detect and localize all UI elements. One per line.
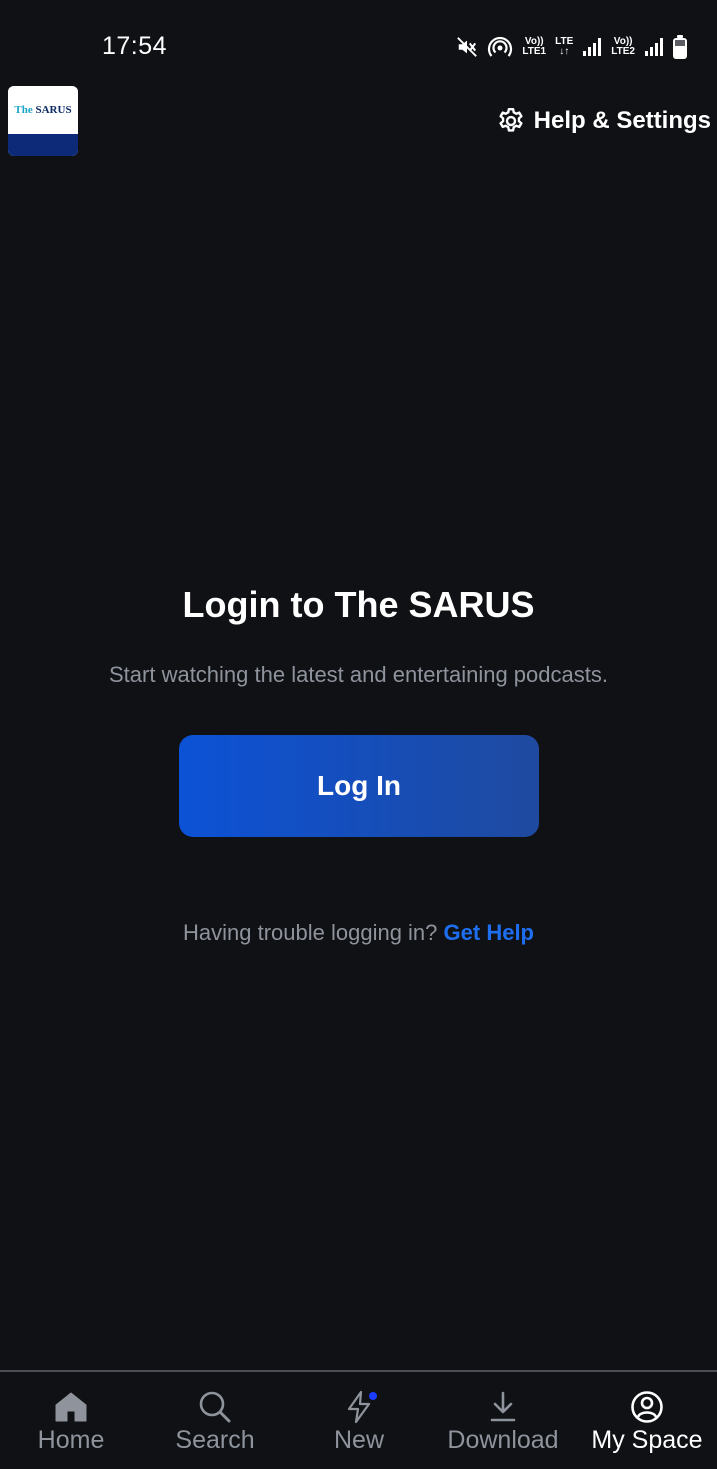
signal1-icon <box>583 38 602 56</box>
new-indicator-dot <box>369 1392 377 1400</box>
status-bar: 17:54 Vo)) LTE1 LTE ↓↑ Vo)) LTE2 <box>0 0 717 80</box>
nav-item-search[interactable]: Search <box>140 1390 290 1460</box>
lte-icon: LTE ↓↑ <box>555 36 574 57</box>
bottom-nav: Home Search New Download My Space <box>0 1370 717 1469</box>
nav-item-download[interactable]: Download <box>428 1390 578 1460</box>
nav-item-new[interactable]: New <box>284 1390 434 1460</box>
volte1-icon: Vo)) LTE1 <box>522 36 547 57</box>
get-help-link[interactable]: Get Help <box>444 920 534 945</box>
battery-icon <box>673 35 687 59</box>
signal2-icon <box>645 38 663 56</box>
page-subtitle: Start watching the latest and entertaini… <box>109 662 608 687</box>
home-icon <box>55 1392 87 1422</box>
app-logo: The SARUS <box>8 86 78 156</box>
nav-item-my-space[interactable]: My Space <box>572 1390 717 1460</box>
profile-icon <box>631 1391 663 1423</box>
nav-item-home[interactable]: Home <box>0 1390 146 1460</box>
page-title: Login to The SARUS <box>182 584 535 625</box>
trouble-text: Having trouble logging in? Get Help <box>0 920 717 946</box>
help-settings-button[interactable]: Help & Settings <box>496 104 711 138</box>
logo-wordmark: The SARUS <box>8 86 78 134</box>
volte2-icon: Vo)) LTE2 <box>611 36 635 57</box>
mute-icon <box>457 37 478 57</box>
status-icons: Vo)) LTE1 LTE ↓↑ Vo)) LTE2 <box>456 34 687 60</box>
gear-icon <box>499 107 523 132</box>
trouble-label: Having trouble logging in? <box>183 920 438 945</box>
login-button[interactable]: Log In <box>179 735 539 837</box>
logo-band <box>8 134 78 156</box>
login-screen: 17:54 Vo)) LTE1 LTE ↓↑ Vo)) LTE2 The SAR… <box>0 0 717 1469</box>
help-settings-label: Help & Settings <box>533 107 711 134</box>
search-icon <box>199 1391 231 1423</box>
status-time: 17:54 <box>102 32 168 60</box>
download-icon <box>490 1391 516 1422</box>
hotspot-icon <box>488 36 513 57</box>
